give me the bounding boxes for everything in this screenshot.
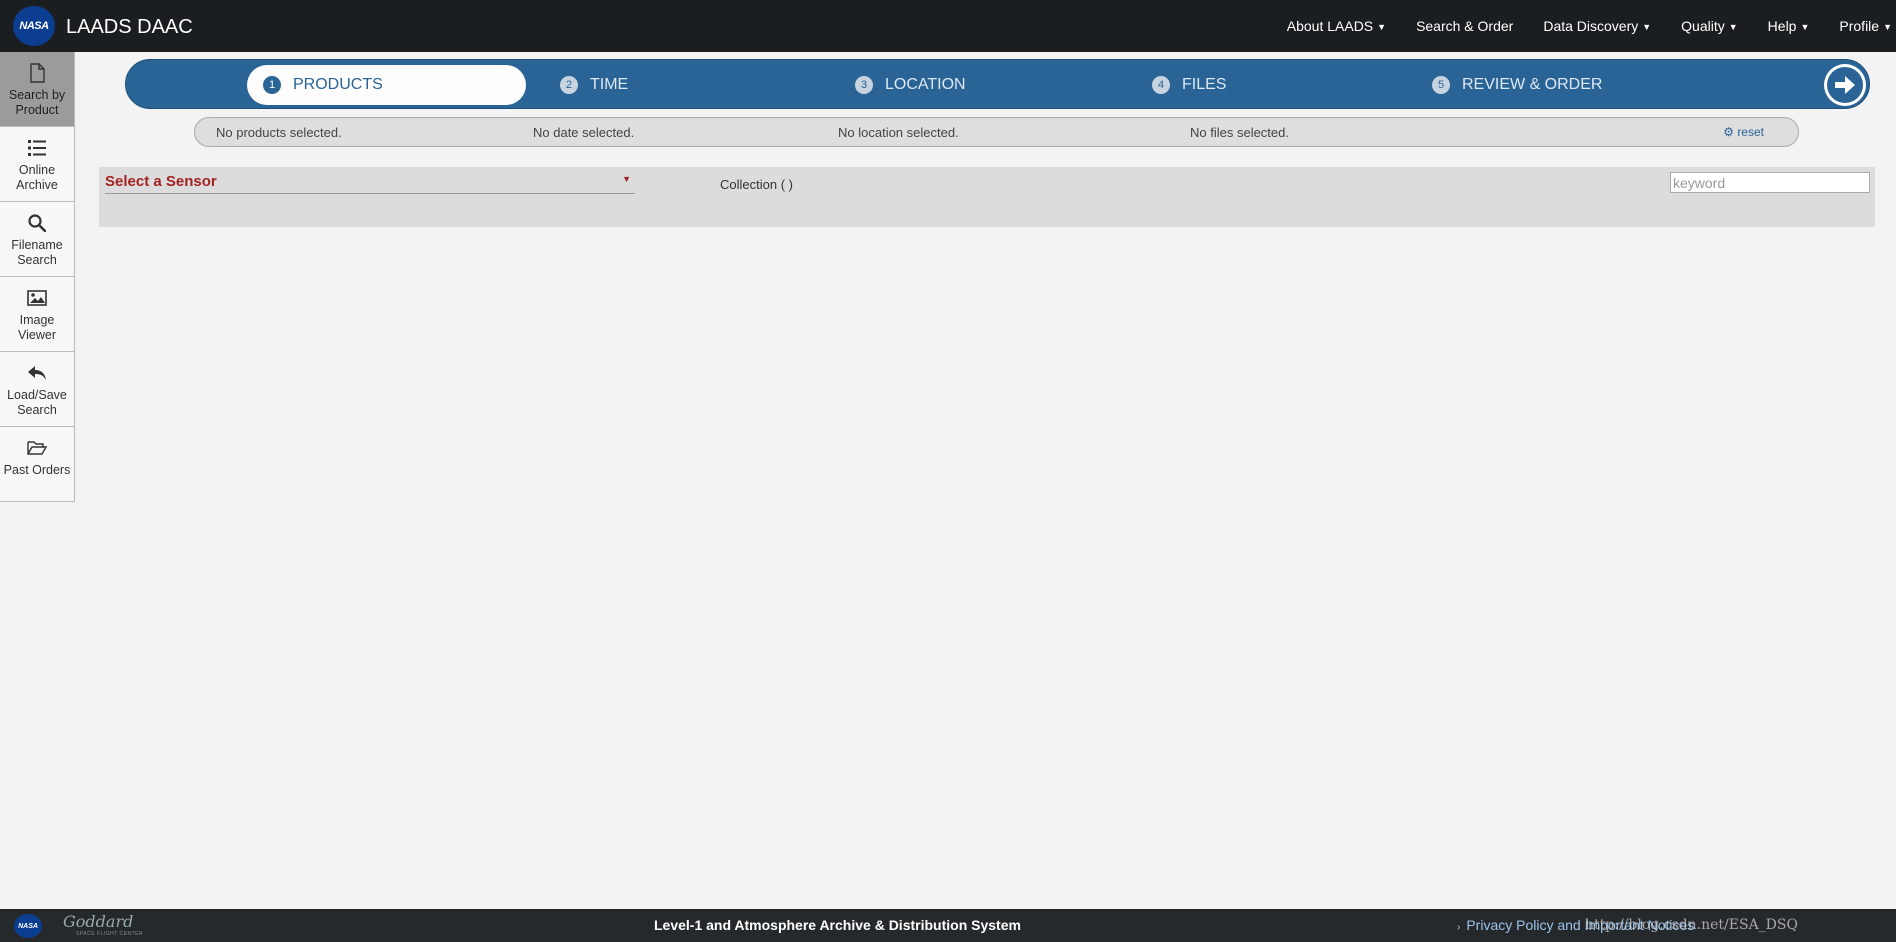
- reset-link[interactable]: ⚙ reset: [1723, 125, 1764, 139]
- step-number: 2: [560, 76, 578, 94]
- caret-down-icon: ▼: [1728, 22, 1738, 32]
- image-icon: [27, 287, 47, 309]
- sidebar-item-label: Search by Product: [8, 88, 66, 117]
- page-footer: NASA Goddard SPACE FLIGHT CENTER Level-1…: [0, 909, 1896, 942]
- file-icon: [29, 62, 45, 84]
- nasa-footer-logo[interactable]: NASA: [14, 914, 42, 938]
- top-navbar: NASA LAADS DAAC About LAADS ▼ Search & Or…: [0, 0, 1896, 52]
- nav-menu: About LAADS ▼ Search & Order Data Discove…: [1272, 0, 1896, 52]
- location-summary: No location selected.: [838, 125, 959, 140]
- arrow-right-circle-icon: [1827, 67, 1863, 103]
- date-summary: No date selected.: [533, 125, 635, 140]
- folder-open-icon: [27, 437, 47, 459]
- step-label: PRODUCTS: [293, 76, 383, 93]
- sidebar-item-label: Image Viewer: [18, 313, 56, 342]
- step-label: TIME: [590, 76, 629, 93]
- caret-down-icon: ▼: [1642, 22, 1652, 32]
- sensor-select-label: Select a Sensor: [105, 173, 217, 190]
- step-progress-bar: 1 PRODUCTS 2 TIME 3 LOCATION 4 FILES 5 REVIEW…: [125, 59, 1870, 109]
- step-time[interactable]: 2 TIME: [560, 65, 628, 105]
- caret-down-icon: ▼: [1883, 22, 1892, 32]
- caret-down-icon: ▼: [1800, 22, 1810, 32]
- keyword-input[interactable]: [1670, 172, 1870, 193]
- product-selection-panel: Select a Sensor ▼ Collection ( ): [99, 167, 1875, 227]
- nav-profile[interactable]: Profile ▼: [1824, 18, 1896, 34]
- sidebar-item-online-archive[interactable]: Online Archive: [0, 127, 74, 202]
- files-summary: No files selected.: [1190, 125, 1289, 140]
- step-label: REVIEW & ORDER: [1462, 76, 1603, 93]
- nav-search-order[interactable]: Search & Order: [1401, 18, 1528, 34]
- step-location[interactable]: 3 LOCATION: [855, 65, 966, 105]
- nav-help[interactable]: Help ▼: [1753, 18, 1825, 34]
- selection-summary-bar: No products selected. No date selected. …: [194, 117, 1799, 147]
- reply-icon: [27, 362, 47, 384]
- nav-quality[interactable]: Quality ▼: [1666, 18, 1753, 34]
- footer-title: Level-1 and Atmosphere Archive & Distrib…: [654, 917, 1021, 933]
- caret-down-icon: ▼: [1377, 22, 1387, 32]
- nav-about-laads[interactable]: About LAADS ▼: [1272, 18, 1401, 34]
- step-review-order[interactable]: 5 REVIEW & ORDER: [1432, 65, 1602, 105]
- sidebar-item-image-viewer[interactable]: Image Viewer: [0, 277, 74, 352]
- list-icon: [28, 137, 46, 159]
- products-summary: No products selected.: [216, 125, 342, 140]
- sidebar-item-label: Filename Search: [11, 238, 63, 267]
- sidebar-item-search-by-product[interactable]: Search by Product: [0, 52, 74, 127]
- chevron-right-icon: ›: [1457, 922, 1461, 933]
- collection-label: Collection ( ): [720, 177, 793, 192]
- left-sidebar: Search by Product Online Archive Filenam…: [0, 52, 75, 502]
- sensor-select[interactable]: Select a Sensor ▼: [105, 173, 635, 194]
- caret-down-icon: ▼: [622, 174, 631, 184]
- step-number: 4: [1152, 76, 1170, 94]
- search-icon: [28, 212, 46, 234]
- goddard-logo[interactable]: Goddard: [63, 912, 133, 931]
- step-number: 3: [855, 76, 873, 94]
- gears-icon: ⚙: [1723, 125, 1734, 139]
- next-step-button[interactable]: [1824, 64, 1866, 106]
- sidebar-item-load-save-search[interactable]: Load/Save Search: [0, 352, 74, 427]
- goddard-subtitle: SPACE FLIGHT CENTER: [76, 931, 144, 937]
- sidebar-item-label: Load/Save Search: [7, 388, 67, 417]
- step-label: FILES: [1182, 76, 1227, 93]
- step-label: LOCATION: [885, 76, 966, 93]
- watermark: http://blog.csdn.net/ESA_DSQ: [1585, 917, 1798, 933]
- sidebar-item-label: Online Archive: [16, 163, 58, 192]
- sidebar-item-filename-search[interactable]: Filename Search: [0, 202, 74, 277]
- nasa-logo[interactable]: NASA: [13, 6, 55, 46]
- step-products[interactable]: 1 PRODUCTS: [247, 65, 526, 105]
- step-number: 5: [1432, 76, 1450, 94]
- site-brand[interactable]: LAADS DAAC: [66, 16, 193, 39]
- sidebar-item-label: Past Orders: [3, 463, 71, 477]
- sidebar-item-past-orders[interactable]: Past Orders: [0, 427, 74, 502]
- nav-data-discovery[interactable]: Data Discovery ▼: [1528, 18, 1666, 34]
- step-files[interactable]: 4 FILES: [1152, 65, 1226, 105]
- step-number: 1: [263, 76, 281, 94]
